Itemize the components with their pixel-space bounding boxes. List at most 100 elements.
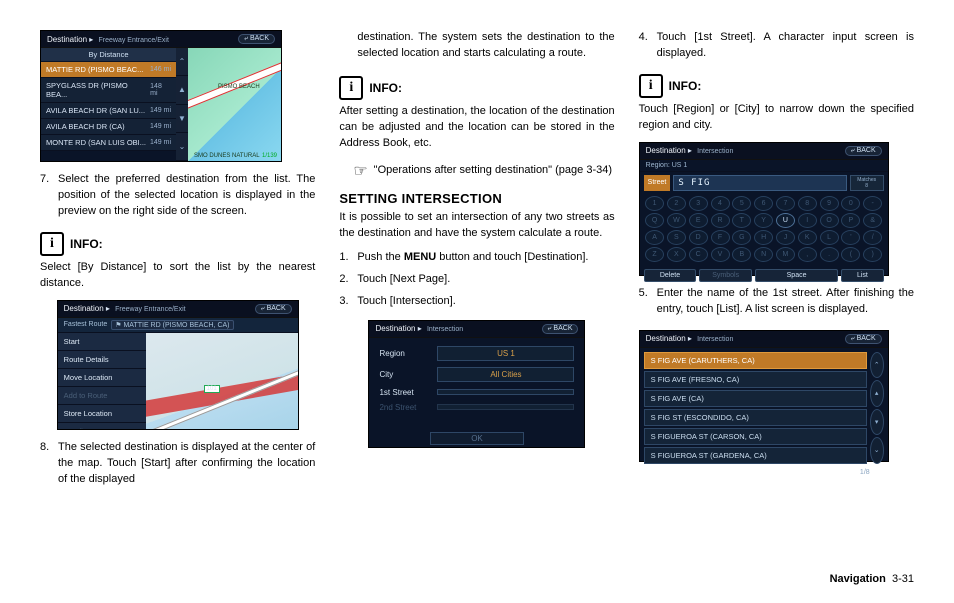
- keyboard-key[interactable]: R: [711, 213, 730, 228]
- keyboard-key[interactable]: V: [711, 247, 730, 262]
- scroll-control[interactable]: ⌃ ▲ ▼ ⌄: [176, 48, 188, 161]
- keyboard-key[interactable]: J: [776, 230, 795, 245]
- street-input[interactable]: S FIG: [673, 175, 846, 191]
- scroll-up-icon[interactable]: ▲: [176, 76, 188, 104]
- list-item[interactable]: AVILA BEACH DR (CA)149 mi: [41, 119, 176, 135]
- nav-header: Destination ▸ Intersection ⤶ BACK: [640, 331, 888, 348]
- keyboard-key[interactable]: ): [863, 247, 882, 262]
- keyboard-key[interactable]: Z: [645, 247, 664, 262]
- keyboard-key[interactable]: 9: [820, 196, 839, 211]
- scroll-bottom-icon[interactable]: ⌄: [176, 133, 188, 161]
- list-item[interactable]: MATTIE RD (PISMO BEAC...146 mi: [41, 62, 176, 78]
- column-2: destination. The system sets the destina…: [339, 30, 614, 570]
- keyboard-key[interactable]: D: [689, 230, 708, 245]
- keyboard-key[interactable]: (: [841, 247, 860, 262]
- field-row: 2nd Street: [379, 403, 574, 412]
- keyboard-key[interactable]: M: [776, 247, 795, 262]
- destination-flag: ⚑ MATTIE RD (PISMO BEACH, CA): [111, 320, 233, 330]
- keyboard-key[interactable]: ,: [798, 247, 817, 262]
- keyboard-key[interactable]: 7: [776, 196, 795, 211]
- keyboard-key[interactable]: Y: [754, 213, 773, 228]
- keyboard-key[interactable]: X: [667, 247, 686, 262]
- keyboard-key[interactable]: T: [732, 213, 751, 228]
- keyboard-key[interactable]: 0: [841, 196, 860, 211]
- list-item[interactable]: S FIG AVE (CA): [644, 390, 867, 407]
- menu-button[interactable]: Route Details: [58, 351, 146, 369]
- keyboard-key[interactable]: .: [820, 247, 839, 262]
- scroll-bottom-icon[interactable]: ⌄: [870, 437, 884, 464]
- scroll-top-icon[interactable]: ⌃: [870, 352, 884, 379]
- keyboard-key[interactable]: E: [689, 213, 708, 228]
- list-item[interactable]: S FIG AVE (CARUTHERS, CA): [644, 352, 867, 369]
- menu-button: Add to Route: [58, 387, 146, 405]
- keyboard-key[interactable]: &: [863, 213, 882, 228]
- list-item[interactable]: SPYGLASS DR (PISMO BEA...148 mi: [41, 78, 176, 103]
- page-footer: Navigation 3-31: [830, 573, 914, 585]
- list-key[interactable]: List: [841, 269, 884, 282]
- symbols-key[interactable]: Symbols: [699, 269, 752, 282]
- step-3: 3. Touch [Intersection].: [339, 294, 614, 310]
- ok-button[interactable]: OK: [430, 432, 524, 445]
- scroll-control[interactable]: ⌃ ▴ ▾ ⌄: [870, 352, 884, 464]
- menu-button[interactable]: Store Location: [58, 405, 146, 423]
- keyboard-key[interactable]: K: [798, 230, 817, 245]
- keyboard-key[interactable]: C: [689, 247, 708, 262]
- sort-by-distance[interactable]: By Distance: [41, 48, 176, 62]
- scroll-down-icon[interactable]: ▾: [870, 409, 884, 436]
- keyboard-key[interactable]: N: [754, 247, 773, 262]
- back-button[interactable]: ⤶ BACK: [845, 146, 882, 156]
- field-row[interactable]: RegionUS 1: [379, 346, 574, 361]
- nav-title: Destination ▸ Intersection: [646, 146, 734, 155]
- keyboard-key[interactable]: 1: [645, 196, 664, 211]
- scroll-top-icon[interactable]: ⌃: [176, 48, 188, 76]
- keyboard-key[interactable]: H: [754, 230, 773, 245]
- keyboard-key[interactable]: Q: [645, 213, 664, 228]
- keyboard-key[interactable]: I: [798, 213, 817, 228]
- field-row[interactable]: 1st Street: [379, 388, 574, 397]
- space-key[interactable]: Space: [755, 269, 838, 282]
- menu-button[interactable]: Start: [58, 333, 146, 351]
- menu-button[interactable]: Move Location: [58, 369, 146, 387]
- keyboard-key[interactable]: U: [776, 213, 795, 228]
- keyboard-key[interactable]: /: [863, 230, 882, 245]
- street-tab[interactable]: Street: [644, 175, 671, 191]
- scroll-down-icon[interactable]: ▼: [176, 105, 188, 133]
- info-icon: i: [339, 76, 363, 100]
- info-icon: i: [40, 232, 64, 256]
- screenshot-results-list: Destination ▸ Intersection ⤶ BACK S FIG …: [639, 330, 889, 462]
- scroll-up-icon[interactable]: ▴: [870, 380, 884, 407]
- back-button[interactable]: ⤶ BACK: [255, 304, 292, 314]
- intro-text: It is possible to set an intersection of…: [339, 210, 614, 242]
- keyboard-key[interactable]: -: [863, 196, 882, 211]
- field-row[interactable]: CityAll Cities: [379, 367, 574, 382]
- keyboard-key[interactable]: L: [820, 230, 839, 245]
- keyboard-key[interactable]: F: [711, 230, 730, 245]
- keyboard-key[interactable]: 5: [732, 196, 751, 211]
- list-item[interactable]: MONTE RD (SAN LUIS OBI...149 mi: [41, 135, 176, 151]
- region-label: Region: US 1: [640, 160, 888, 172]
- list-item[interactable]: AVILA BEACH DR (SAN LU...149 mi: [41, 103, 176, 119]
- step-2: 2. Touch [Next Page].: [339, 272, 614, 288]
- back-button[interactable]: ⤶ BACK: [238, 34, 275, 44]
- list-item[interactable]: S FIG AVE (FRESNO, CA): [644, 371, 867, 388]
- list-item[interactable]: S FIG ST (ESCONDIDO, CA): [644, 409, 867, 426]
- keyboard-key[interactable]: S: [667, 230, 686, 245]
- screenshot-destination-list: Destination ▸ Freeway Entrance/Exit ⤶ BA…: [40, 30, 282, 162]
- list-item[interactable]: S FIGUEROA ST (GARDENA, CA): [644, 447, 867, 464]
- keyboard-key[interactable]: B: [732, 247, 751, 262]
- keyboard-key[interactable]: 4: [711, 196, 730, 211]
- delete-key[interactable]: Delete: [644, 269, 697, 282]
- keyboard-key[interactable]: P: [841, 213, 860, 228]
- keyboard-key[interactable]: A: [645, 230, 664, 245]
- keyboard-key[interactable]: 6: [754, 196, 773, 211]
- keyboard-key[interactable]: W: [667, 213, 686, 228]
- keyboard-key[interactable]: O: [820, 213, 839, 228]
- keyboard-key[interactable]: G: [732, 230, 751, 245]
- list-item[interactable]: S FIGUEROA ST (CARSON, CA): [644, 428, 867, 445]
- back-button[interactable]: ⤶ BACK: [845, 334, 882, 344]
- keyboard-key[interactable]: 2: [667, 196, 686, 211]
- keyboard-key[interactable]: ': [841, 230, 860, 245]
- keyboard-key[interactable]: 8: [798, 196, 817, 211]
- back-button[interactable]: ⤶ BACK: [542, 324, 579, 334]
- keyboard-key[interactable]: 3: [689, 196, 708, 211]
